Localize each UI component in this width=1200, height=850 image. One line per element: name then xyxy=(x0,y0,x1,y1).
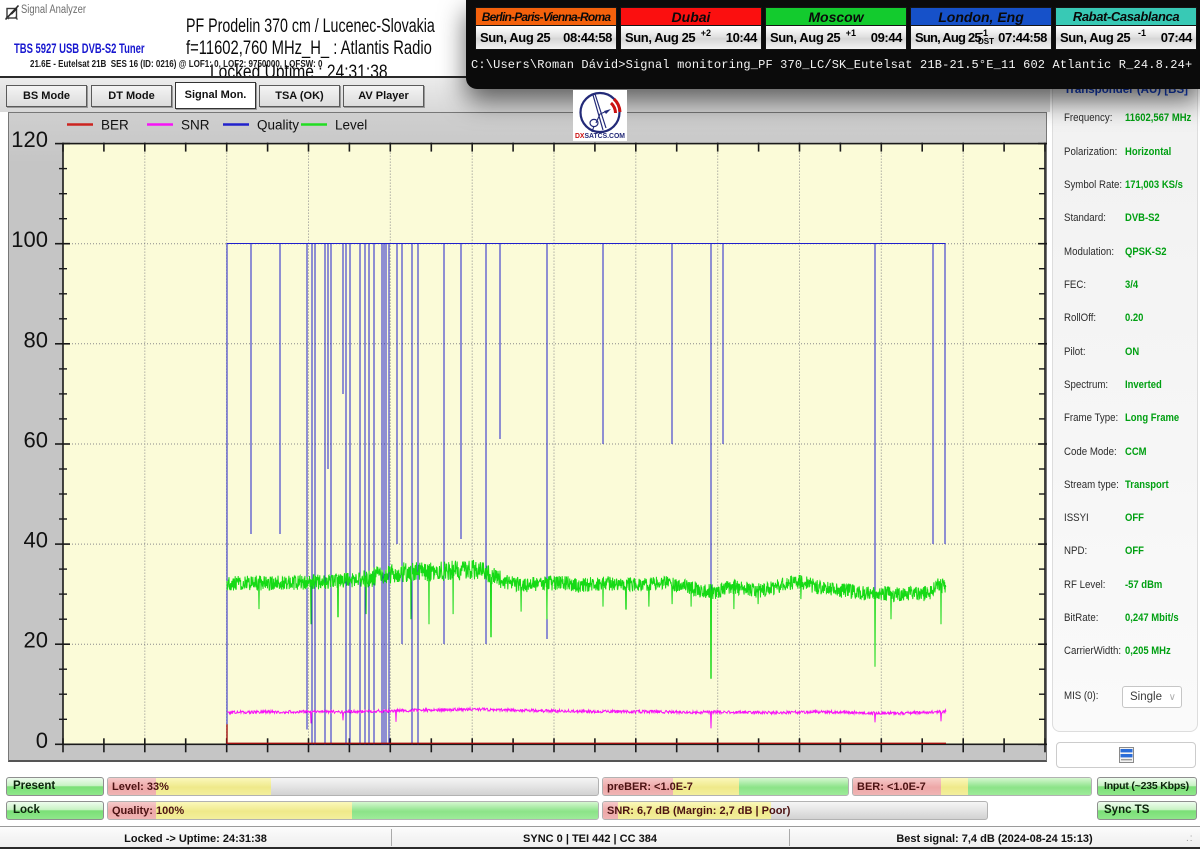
svg-text:20: 20 xyxy=(24,628,48,653)
svg-text:80: 80 xyxy=(24,327,48,352)
svg-text:120: 120 xyxy=(11,127,48,152)
svg-text:40: 40 xyxy=(24,528,48,553)
svg-text:DXSATCS.COM: DXSATCS.COM xyxy=(575,131,625,140)
svg-text:Level: Level xyxy=(335,118,367,133)
svg-text:Quality: Quality xyxy=(257,118,299,133)
svg-text:0: 0 xyxy=(36,728,48,753)
svg-text:60: 60 xyxy=(24,428,48,453)
svg-text:100: 100 xyxy=(11,227,48,252)
svg-text:SNR: SNR xyxy=(181,118,210,133)
svg-text:BER: BER xyxy=(101,118,129,133)
